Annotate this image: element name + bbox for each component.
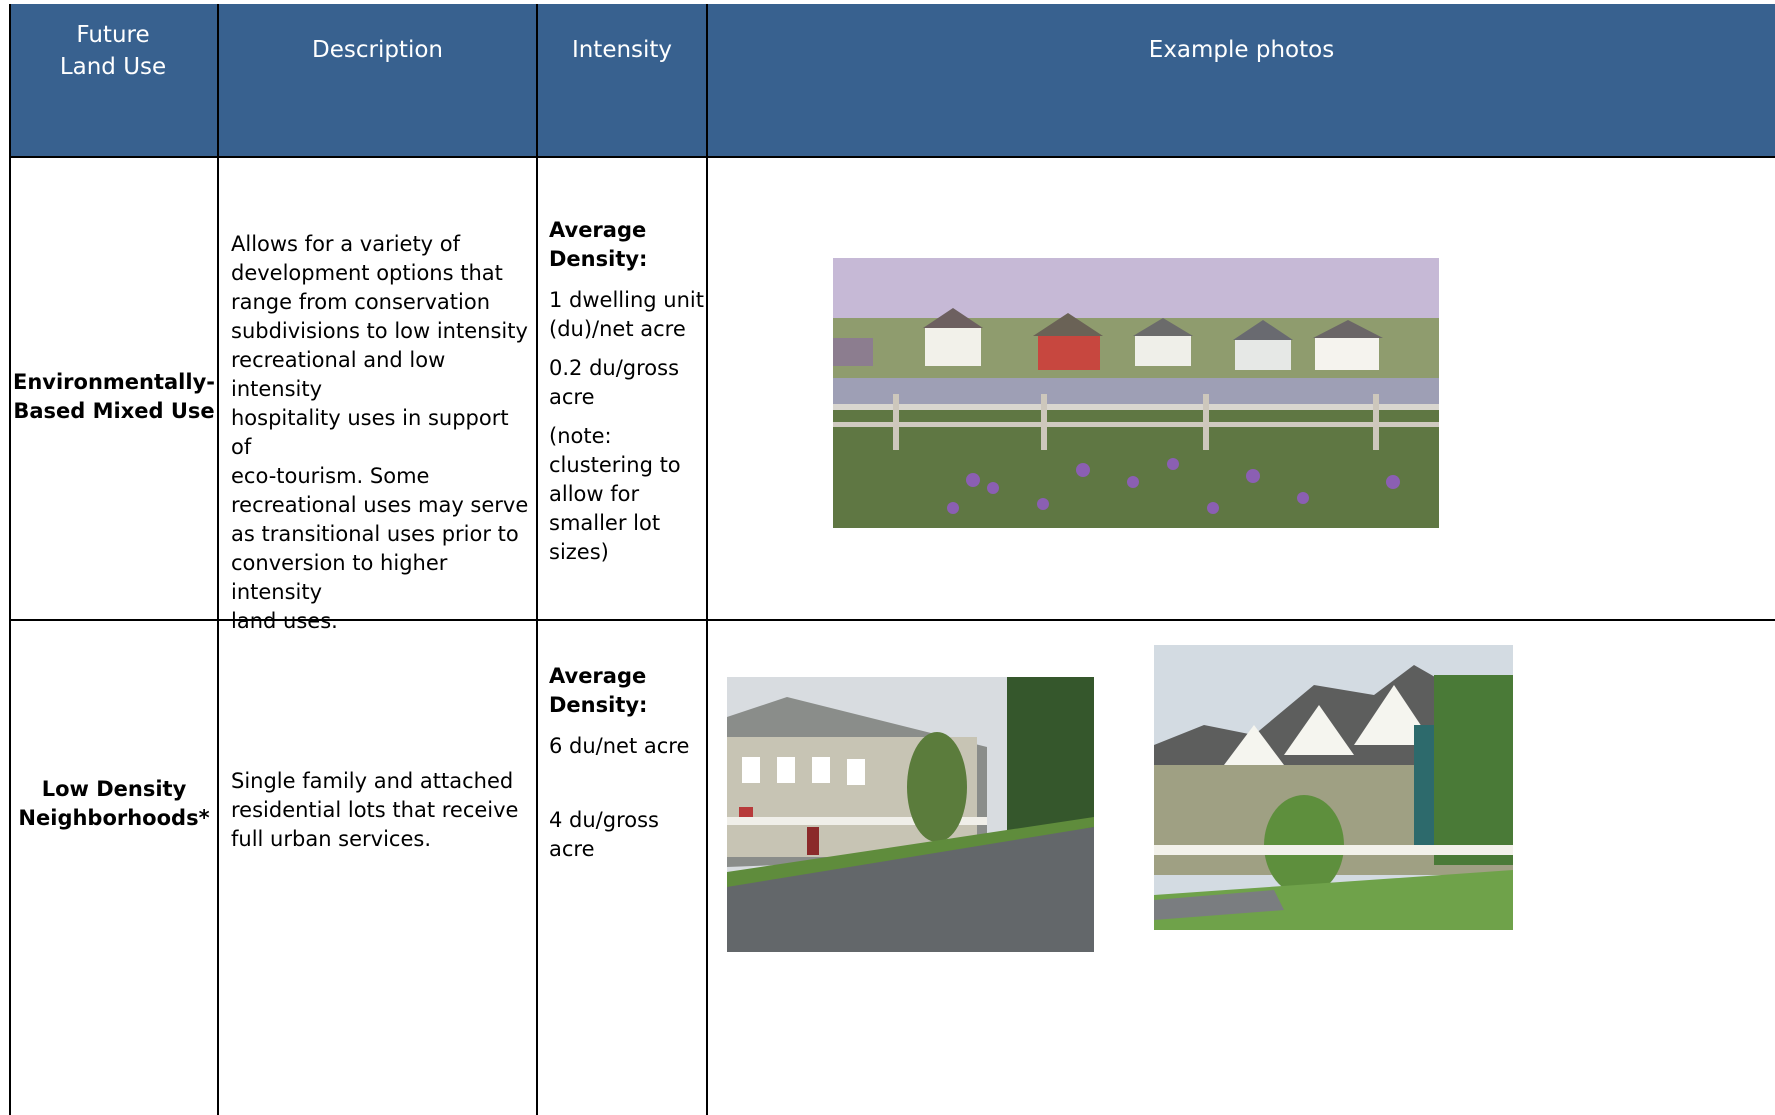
- header-example-photos-text: Example photos: [1148, 37, 1335, 63]
- header-future-land-use-text: Future Land Use: [59, 22, 167, 80]
- future-land-use-table: Future Land Use Description Intensity Ex…: [9, 4, 1775, 1115]
- grid-line: [217, 4, 219, 1115]
- photo-gabled-townhomes: [1154, 645, 1513, 930]
- photo-houses-pond: [833, 258, 1439, 528]
- header-example-photos: Example photos: [708, 4, 1775, 187]
- header-description-text: Description: [312, 37, 443, 63]
- grid-line: [706, 4, 708, 1115]
- row2-intensity: Average Density: 6 du/net acre 4 du/gros…: [549, 662, 704, 874]
- header-description: Description: [219, 4, 536, 187]
- header-future-land-use: Future Land Use: [9, 4, 217, 172]
- row1-intensity-value-1: 1 dwelling unit (du)/net acre: [549, 288, 704, 341]
- row2-intensity-value-2: 4 du/gross acre: [549, 808, 659, 861]
- grid-line: [536, 4, 538, 1115]
- row1-future-land-use: Environmentally- Based Mixed Use: [12, 370, 215, 423]
- header-intensity-text: Intensity: [571, 37, 673, 63]
- row1-intensity-value-2: 0.2 du/gross acre: [549, 356, 680, 409]
- table-header: Future Land Use Description Intensity Ex…: [9, 4, 1775, 157]
- grid-line: [9, 156, 1775, 158]
- row2-intensity-heading: Average Density:: [549, 664, 648, 717]
- row2-future-land-use: Low Density Neighborhoods*: [18, 777, 210, 830]
- row1-intensity-value-3: (note: clustering to allow for smaller l…: [549, 424, 681, 564]
- row1-intensity-heading: Average Density:: [549, 218, 648, 271]
- grid-line: [9, 4, 11, 1115]
- row1-intensity: Average Density: 1 dwelling unit (du)/ne…: [549, 216, 704, 577]
- photo-porch-houses-street: [727, 677, 1094, 952]
- header-intensity: Intensity: [538, 4, 706, 187]
- row1-description: Allows for a variety of development opti…: [231, 232, 529, 633]
- row2-intensity-value-1: 6 du/net acre: [549, 734, 690, 758]
- row2-description: Single family and attached residential l…: [231, 769, 519, 851]
